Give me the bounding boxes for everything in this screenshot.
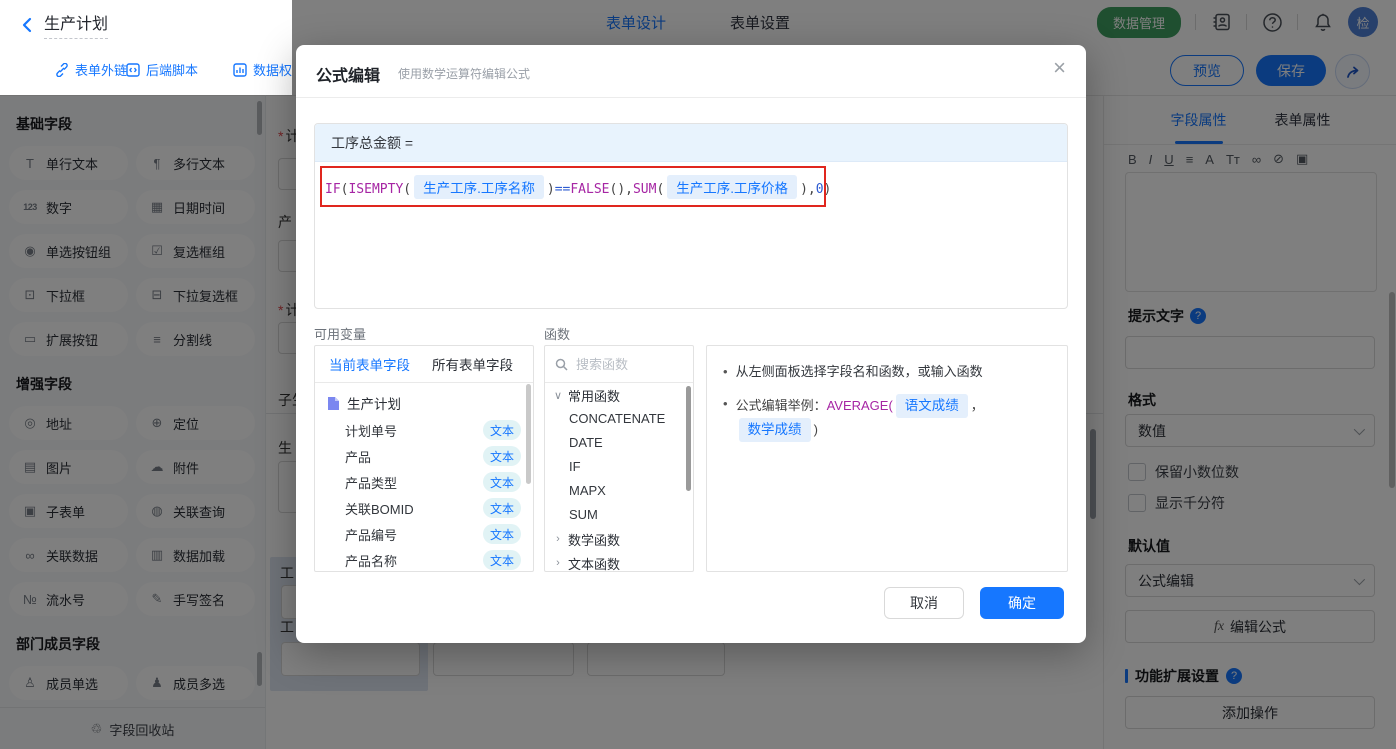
modal-subtitle: 使用数学运算符编辑公式: [398, 67, 531, 81]
formula-segment: IF: [325, 182, 341, 197]
function-group-label: 数学函数: [568, 532, 621, 548]
formula-segment: (: [403, 182, 412, 197]
app-root: 生产计划 表单设计表单设置 数据管理 检 表单外链 后端脚本: [0, 0, 1396, 749]
toolbar-link-label: 数据权: [253, 63, 293, 78]
modal-title: 公式编辑: [316, 68, 381, 85]
function-item[interactable]: IF: [545, 455, 693, 479]
variable-row[interactable]: 产品名称 文本: [315, 547, 533, 571]
formula-segment: (),: [609, 182, 633, 197]
formula-segment: 公式编辑举例：: [735, 398, 827, 413]
variable-type-badge: 文本: [483, 498, 521, 518]
function-search-box: [545, 346, 693, 383]
variables-rows: 计划单号 文本 产品 文本 产品类型 文本 关联BOMID 文本 产品编号 文本 产品名称 文本: [315, 417, 533, 571]
variable-name: 产品类型: [345, 475, 398, 491]
formula-segment: ): [823, 182, 832, 197]
formula-expression[interactable]: IF(ISEMPTY(生产工序.工序名称)==FALSE(),SUM(生产工序.…: [315, 162, 1067, 212]
variables-tree-root[interactable]: 生产计划: [315, 383, 533, 417]
function-group-label: 文本函数: [568, 556, 621, 572]
variable-type-badge: 文本: [483, 472, 521, 492]
script-icon: [126, 62, 140, 77]
function-item[interactable]: CONCATENATE: [545, 407, 693, 431]
functions-label: 函数: [544, 327, 571, 342]
formula-segment: (: [656, 182, 665, 197]
formula-segment: ): [546, 182, 555, 197]
variable-row[interactable]: 产品编号 文本: [315, 521, 533, 547]
formula-help-panel: • 从左侧面板选择字段名和函数，或输入函数 • 公式编辑举例：AVERAGE(语…: [706, 345, 1068, 572]
help-tip-1: • 从左侧面板选择字段名和函数，或输入函数: [723, 364, 983, 379]
function-search-input[interactable]: [574, 355, 678, 373]
formula-segment: ),: [800, 182, 816, 197]
formula-segment: ，: [970, 398, 984, 413]
caret-right-icon: ›: [556, 533, 560, 545]
function-group[interactable]: › 文本函数: [545, 551, 693, 572]
help-tip-2: • 公式编辑举例：AVERAGE(语文成绩 ，数学成绩): [723, 394, 1051, 442]
variable-type-badge: 文本: [483, 446, 521, 466]
field-token[interactable]: 生产工序.工序价格: [667, 175, 798, 199]
toolbar-link-form-external[interactable]: 表单外链: [55, 60, 127, 79]
functions-scrollbar-thumb[interactable]: [686, 386, 691, 491]
functions-panel: ∨ 常用函数 CONCATENATEDATEIFMAPXSUM › 数学函数 › 文本函数: [544, 345, 694, 572]
caret-right-icon: ›: [556, 557, 560, 569]
function-group-label: 常用函数: [568, 388, 621, 404]
external-link-icon: [56, 62, 68, 77]
search-icon: [555, 358, 568, 371]
formula-segment: FALSE: [570, 182, 610, 197]
form-doc-icon: [328, 396, 339, 410]
variable-name: 产品编号: [345, 527, 398, 543]
variable-name: 关联BOMID: [345, 501, 414, 517]
variable-name: 产品: [345, 449, 372, 465]
variable-row[interactable]: 产品类型 文本: [315, 469, 533, 495]
variables-panel: 当前表单字段 所有表单字段 生产计划 计划单号 文本 产品 文本 产品类型 文本 关联BOMI…: [314, 345, 534, 572]
data-permission-icon: [233, 62, 247, 77]
function-item[interactable]: DATE: [545, 431, 693, 455]
variable-name: 产品名称: [345, 553, 398, 569]
variables-tabs: 当前表单字段 所有表单字段: [315, 346, 533, 383]
variable-type-badge: 文本: [483, 524, 521, 544]
toolbar-link-label: 表单外链: [75, 63, 128, 78]
variable-row[interactable]: 计划单号 文本: [315, 417, 533, 443]
close-icon[interactable]: ×: [1053, 57, 1066, 79]
variable-type-badge: 文本: [483, 550, 521, 570]
variables-scrollbar-thumb[interactable]: [526, 384, 531, 484]
function-item[interactable]: MAPX: [545, 479, 693, 503]
formula-segment: 0: [815, 182, 824, 197]
caret-down-icon: ∨: [553, 389, 563, 402]
formula-segment: AVERAGE(: [826, 398, 893, 413]
toolbar-link-backend-script[interactable]: 后端脚本: [126, 60, 198, 79]
field-token[interactable]: 数学成绩: [738, 418, 811, 442]
functions-tree: ∨ 常用函数 CONCATENATE DATE IF MAPX SUM › 数学函数 › 文本函数: [545, 383, 693, 572]
formula-example: 公式编辑举例：AVERAGE(语文成绩 ， 数学成绩): [736, 394, 1051, 442]
variable-type-badge: 文本: [483, 420, 521, 440]
formula-segment: ==: [554, 182, 571, 197]
formula-segment: SUM: [632, 182, 657, 197]
function-group[interactable]: ∨ 常用函数: [545, 383, 693, 407]
variable-name: 计划单号: [345, 423, 398, 439]
toolbar-link-label: 后端脚本: [146, 63, 199, 78]
variables-tab[interactable]: 所有表单字段: [432, 354, 513, 374]
formula-segment: ISEMPTY: [348, 182, 404, 197]
variables-tab[interactable]: 当前表单字段: [329, 354, 410, 374]
variable-row[interactable]: 产品 文本: [315, 443, 533, 469]
field-token[interactable]: 语文成绩: [895, 394, 968, 418]
formula-segment: ): [813, 422, 818, 437]
function-group[interactable]: › 数学函数: [545, 527, 693, 551]
function-item[interactable]: SUM: [545, 503, 693, 527]
variables-label: 可用变量: [314, 327, 367, 342]
modal-footer: 取消 确定: [884, 587, 1064, 619]
cancel-button[interactable]: 取消: [884, 587, 964, 619]
formula-editor-modal: 公式编辑 使用数学运算符编辑公式 × 工序总金额 = IF(ISEMPTY(生产…: [296, 45, 1086, 643]
variables-root-label: 生产计划: [347, 397, 401, 412]
modal-header: 公式编辑 使用数学运算符编辑公式 ×: [296, 45, 1086, 98]
formula-target: 工序总金额 =: [315, 124, 1067, 162]
field-token[interactable]: 生产工序.工序名称: [414, 175, 544, 199]
formula-editor-box[interactable]: 工序总金额 = IF(ISEMPTY(生产工序.工序名称)==FALSE(),S…: [314, 123, 1068, 309]
toolbar-link-data-permission[interactable]: 数据权: [233, 60, 292, 79]
variable-row[interactable]: 关联BOMID 文本: [315, 495, 533, 521]
confirm-button[interactable]: 确定: [980, 587, 1064, 619]
